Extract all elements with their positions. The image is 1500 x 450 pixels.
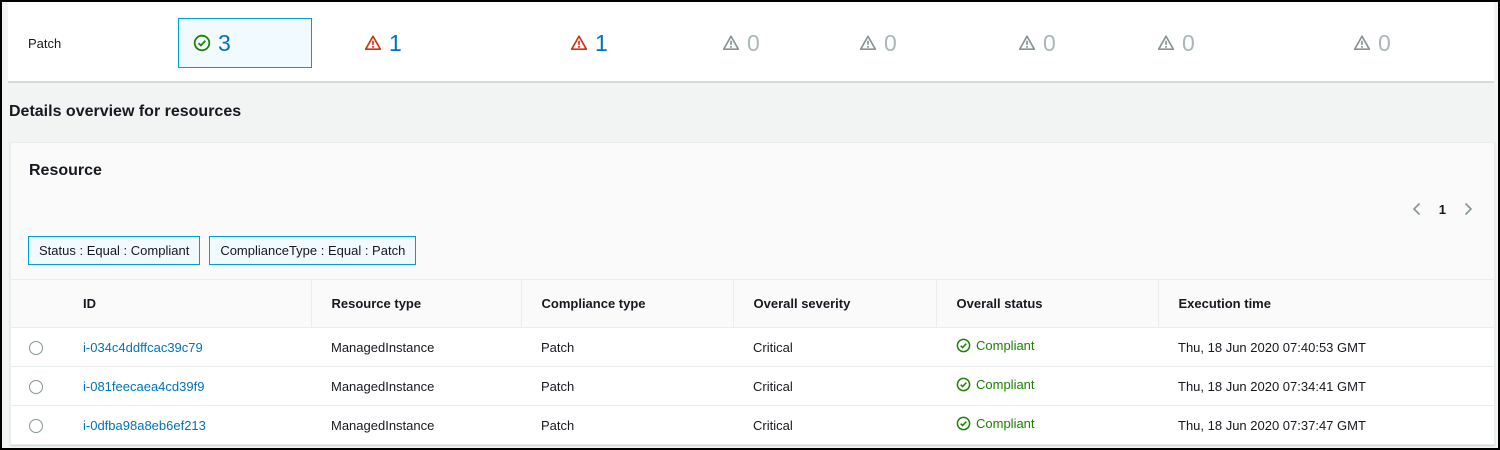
metric-unspecified-count: 0 [1143,18,1277,68]
metric-value: 0 [1182,29,1195,56]
metric-value: 0 [1043,29,1056,56]
row-radio-button[interactable] [29,340,43,355]
row-radio-button[interactable] [29,418,43,433]
metric-low-count: 0 [845,18,979,68]
resource-id-link[interactable]: i-0dfba98a8eb6ef213 [83,418,206,433]
metric-value: 1 [595,29,608,56]
metric-other-count: 0 [1339,18,1473,68]
warning-icon [1018,35,1036,51]
select-column-header [11,279,63,328]
resource-id-link[interactable]: i-034c4ddffcac39c79 [83,340,203,355]
row-radio-button[interactable] [29,379,43,394]
execution-time-cell: Thu, 18 Jun 2020 07:40:53 GMT [1158,327,1494,367]
id-cell: i-0dfba98a8eb6ef213 [63,405,311,445]
resource-container: Resource 1 Status : Equal : Compliant Co… [10,142,1495,445]
check-circle-icon [956,416,971,431]
chevron-left-icon[interactable] [1409,201,1425,217]
metric-medium-count: 0 [708,18,842,68]
severity-cell: Critical [733,366,936,406]
metric-value: 3 [218,29,231,56]
check-circle-icon [956,377,971,392]
status-text: Compliant [976,338,1035,353]
compliance-type-cell: Patch [521,405,733,445]
id-cell: i-081feecaea4cd39f9 [63,366,311,406]
warning-icon [364,35,382,51]
table-row[interactable]: i-0dfba98a8eb6ef213 ManagedInstance Patc… [11,405,1494,445]
table-row[interactable]: i-081feecaea4cd39f9 ManagedInstance Patc… [11,366,1494,406]
warning-icon [859,35,877,51]
severity-cell: Critical [733,327,936,367]
warning-icon [722,35,740,51]
pagination: 1 [1409,201,1476,217]
column-header-compliance-type[interactable]: Compliance type [520,279,733,328]
resource-type-cell: ManagedInstance [311,327,521,367]
row-select-cell [11,366,63,406]
execution-time-cell: Thu, 18 Jun 2020 07:37:47 GMT [1158,405,1494,445]
id-cell: i-034c4ddffcac39c79 [63,327,311,367]
resource-title: Resource [29,162,102,179]
metric-value: 1 [389,29,402,56]
row-select-cell [11,327,63,367]
status-indicator: Compliant [956,416,1035,431]
table-row[interactable]: i-034c4ddffcac39c79 ManagedInstance Patc… [11,327,1494,367]
warning-icon [1157,35,1175,51]
warning-icon [570,35,588,51]
column-header-resource-type[interactable]: Resource type [310,279,521,328]
check-circle-icon [193,34,211,52]
filter-tokens: Status : Equal : Compliant ComplianceTyp… [28,236,417,265]
metric-value: 0 [884,29,897,56]
warning-icon [1353,35,1371,51]
status-cell: Compliant [936,366,1158,406]
current-page-number[interactable]: 1 [1439,202,1446,217]
summary-row-label: Patch [28,36,62,51]
execution-time-cell: Thu, 18 Jun 2020 07:34:41 GMT [1158,366,1494,406]
metric-value: 0 [747,29,760,56]
severity-cell: Critical [733,405,936,445]
metric-critical-count[interactable]: 1 [350,18,484,68]
metric-value: 0 [1378,29,1391,56]
details-section-title: Details overview for resources [9,103,242,120]
status-cell: Compliant [936,327,1158,367]
chevron-right-icon[interactable] [1460,201,1476,217]
column-header-execution-time[interactable]: Execution time [1157,279,1494,328]
row-select-cell [11,405,63,445]
resource-table: ID Resource type Compliance type Overall… [11,279,1494,445]
status-cell: Compliant [936,405,1158,445]
status-text: Compliant [976,377,1035,392]
metric-high-count[interactable]: 1 [556,18,690,68]
check-circle-icon [956,338,971,353]
column-header-overall-severity[interactable]: Overall severity [732,279,936,328]
compliance-summary-panel: Patch 3 1 1 0 0 0 0 0 [8,2,1494,83]
metric-informational-count: 0 [1004,18,1138,68]
resource-id-link[interactable]: i-081feecaea4cd39f9 [83,379,204,394]
resource-type-cell: ManagedInstance [311,366,521,406]
window-frame: Patch 3 1 1 0 0 0 0 0 Details overview f… [0,0,1500,450]
compliance-type-cell: Patch [521,366,733,406]
status-text: Compliant [976,416,1035,431]
status-indicator: Compliant [956,377,1035,392]
filter-token-status[interactable]: Status : Equal : Compliant [28,236,201,265]
metric-compliant-count[interactable]: 3 [178,18,312,68]
status-indicator: Compliant [956,338,1035,353]
table-header-row: ID Resource type Compliance type Overall… [11,279,1494,328]
filter-token-compliance-type[interactable]: ComplianceType : Equal : Patch [209,236,417,265]
column-header-id[interactable]: ID [63,279,311,328]
resource-type-cell: ManagedInstance [311,405,521,445]
compliance-type-cell: Patch [521,327,733,367]
column-header-overall-status[interactable]: Overall status [935,279,1158,328]
